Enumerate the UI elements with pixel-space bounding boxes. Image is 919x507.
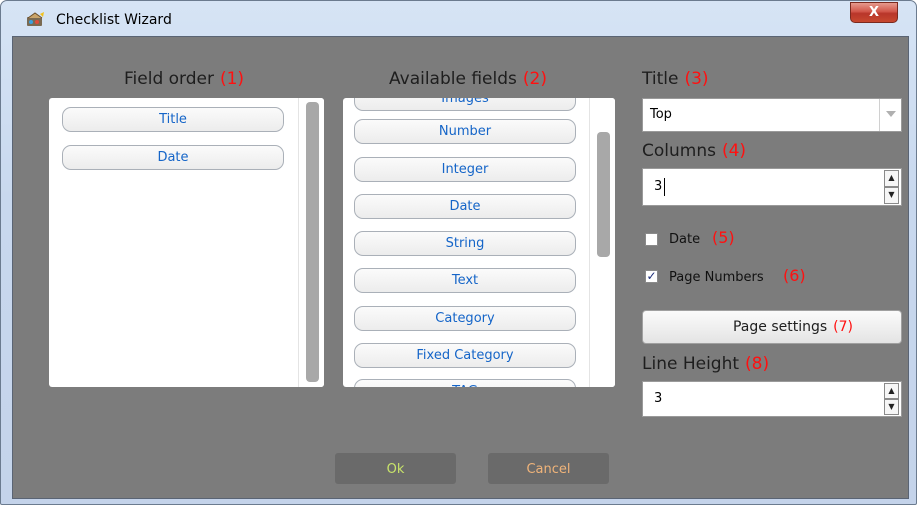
wizard-client-area: Field order (1) Title Date Available fiel…	[12, 36, 909, 499]
available-field-item[interactable]: Category	[354, 306, 576, 331]
close-button[interactable]: X	[850, 2, 898, 23]
checklist-wizard-window: Checklist Wizard X Field order (1) Title …	[0, 0, 917, 505]
field-order-list[interactable]: Title Date	[49, 98, 324, 387]
field-order-label: Field order	[124, 69, 214, 89]
columns-value: 3	[654, 179, 663, 194]
page-numbers-checkbox-label: Page Numbers	[669, 270, 764, 285]
line-height-decrement-button[interactable]: ▼	[884, 399, 899, 415]
date-option-number: (5)	[712, 228, 735, 247]
available-field-item[interactable]: TAG	[354, 379, 576, 387]
line-height-spinbox[interactable]: 3 ▲ ▼	[642, 381, 902, 417]
page-settings-button[interactable]: Page settings (7)	[642, 310, 902, 344]
line-height-label: Line Height	[642, 354, 740, 374]
page-settings-number: (7)	[833, 319, 853, 335]
date-checkbox-label: Date	[669, 232, 701, 247]
title-position-value: Top	[650, 107, 672, 122]
line-height-number: (8)	[745, 354, 770, 374]
page-numbers-option-number: (6)	[783, 266, 806, 285]
available-fields-number: (2)	[522, 69, 547, 89]
line-height-spin-buttons: ▲ ▼	[884, 383, 900, 415]
title-option-number: (3)	[684, 69, 709, 89]
field-order-scrollbar[interactable]	[298, 98, 324, 387]
line-height-value: 3	[654, 391, 663, 406]
title-bar: Checklist Wizard X	[1, 1, 918, 37]
available-fields-heading: Available fields (2)	[389, 69, 547, 89]
field-order-scroll-thumb[interactable]	[306, 102, 319, 382]
text-cursor	[664, 178, 665, 196]
page-settings-label: Page settings	[732, 319, 828, 335]
date-checkbox[interactable]	[645, 233, 658, 246]
line-height-heading: Line Height (8)	[642, 354, 769, 374]
available-fields-list[interactable]: Images Number Integer Date String Text C…	[343, 98, 615, 387]
title-option-heading: Title (3)	[642, 69, 709, 89]
columns-spin-buttons: ▲ ▼	[884, 170, 900, 204]
available-field-item[interactable]: Images	[354, 98, 576, 111]
columns-decrement-button[interactable]: ▼	[884, 187, 899, 204]
columns-option-number: (4)	[721, 141, 747, 161]
chevron-down-icon[interactable]	[879, 99, 901, 131]
line-height-increment-button[interactable]: ▲	[884, 383, 899, 399]
available-field-item[interactable]: Integer	[354, 157, 576, 182]
columns-option-heading: Columns (4)	[642, 141, 746, 161]
page-numbers-checkbox[interactable]: ✓	[645, 270, 658, 283]
cancel-button[interactable]: Cancel	[488, 453, 609, 484]
available-field-item[interactable]: Fixed Category	[354, 343, 576, 368]
available-fields-label: Available fields	[389, 69, 517, 89]
columns-spinbox[interactable]: 3 ▲ ▼	[642, 168, 902, 206]
field-order-item-date[interactable]: Date	[62, 145, 284, 170]
window-title: Checklist Wizard	[56, 12, 172, 28]
available-field-item[interactable]: Text	[354, 268, 576, 293]
available-field-item[interactable]: String	[354, 231, 576, 256]
field-order-item-title[interactable]: Title	[62, 107, 284, 132]
title-position-select[interactable]: Top	[642, 98, 902, 132]
available-field-item[interactable]: Number	[354, 119, 576, 144]
available-fields-scroll-thumb[interactable]	[597, 132, 610, 257]
columns-increment-button[interactable]: ▲	[884, 170, 899, 187]
title-option-label: Title	[642, 69, 679, 89]
ok-button[interactable]: Ok	[335, 453, 456, 484]
available-fields-scrollbar[interactable]	[589, 98, 615, 387]
field-order-heading: Field order (1)	[124, 69, 244, 89]
field-order-number: (1)	[219, 69, 245, 89]
wizard-app-icon	[27, 12, 44, 26]
columns-option-label: Columns	[642, 141, 716, 161]
available-field-item[interactable]: Date	[354, 194, 576, 219]
